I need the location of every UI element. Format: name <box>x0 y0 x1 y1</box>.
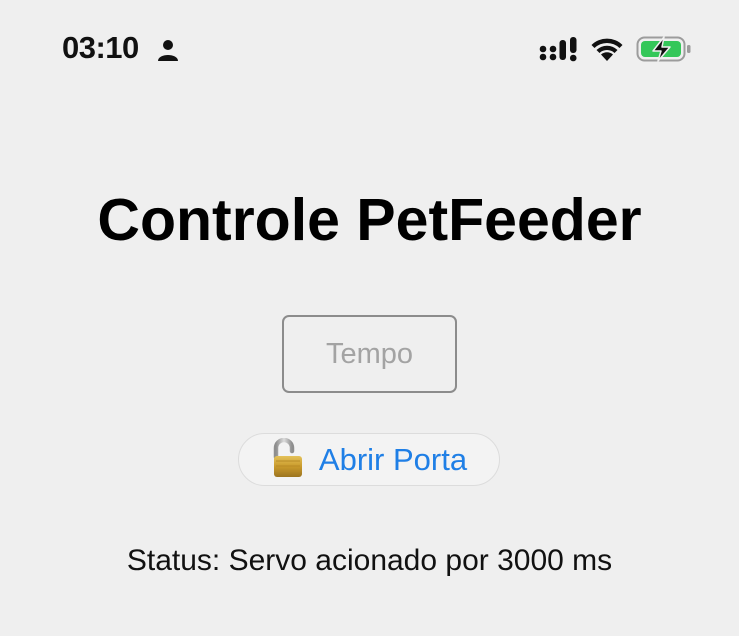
page-title: Controle PetFeeder <box>97 187 642 253</box>
status-bar: 03:10 <box>0 0 739 100</box>
open-door-button[interactable]: Abrir Porta <box>238 433 500 486</box>
open-door-button-label: Abrir Porta <box>318 441 468 477</box>
status-clock: 03:10 <box>62 30 139 65</box>
signal-icon <box>539 37 577 62</box>
person-icon <box>158 40 178 61</box>
app-screen: 03:10 Controle PetFeeder Tempo Abrir Por… <box>0 0 739 636</box>
status-text: Servo acionado por 3000 ms <box>228 544 613 577</box>
status-label: Status: <box>126 544 221 577</box>
wifi-icon <box>591 38 623 61</box>
open-padlock-icon <box>273 437 302 477</box>
status-line: Status: Servo acionado por 3000 ms <box>0 544 739 578</box>
time-input[interactable] <box>282 315 457 393</box>
battery-charging-icon <box>636 36 691 62</box>
